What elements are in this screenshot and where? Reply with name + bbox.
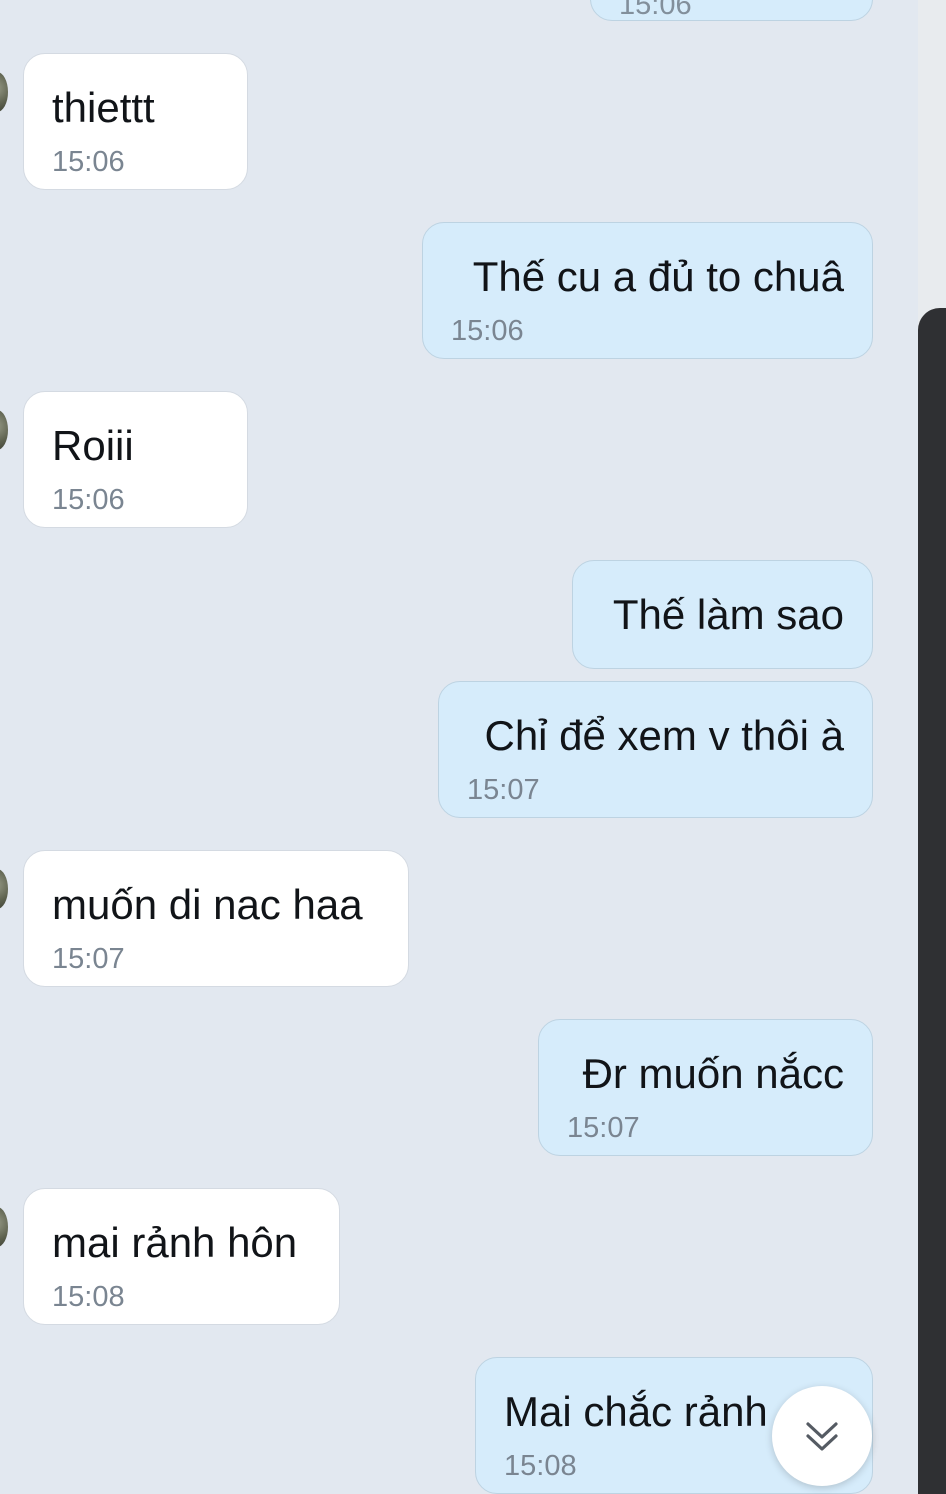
contact-avatar[interactable] bbox=[0, 72, 8, 112]
message-bubble-outgoing[interactable]: 15:06 bbox=[590, 0, 873, 21]
message-text: Mai chắc rảnh bbox=[504, 1388, 768, 1435]
message-bubble-outgoing[interactable]: Thế làm sao bbox=[572, 560, 873, 669]
message-text: Đr muốn nắcc bbox=[582, 1050, 844, 1097]
message-time: 15:06 bbox=[619, 0, 692, 21]
message-time: 15:07 bbox=[567, 1112, 640, 1144]
message-text: Roiii bbox=[52, 422, 134, 469]
message-text: Thế cu a đủ to chuâ bbox=[472, 253, 844, 300]
message-bubble-outgoing[interactable]: Đr muốn nắcc 15:07 bbox=[538, 1019, 873, 1156]
message-bubble-outgoing[interactable]: Thế cu a đủ to chuâ 15:06 bbox=[422, 222, 873, 359]
contact-avatar[interactable] bbox=[0, 410, 8, 450]
contact-avatar[interactable] bbox=[0, 1207, 8, 1247]
message-time: 15:08 bbox=[52, 1281, 125, 1313]
message-text: thiettt bbox=[52, 84, 155, 131]
message-time: 15:07 bbox=[52, 943, 125, 975]
message-time: 15:06 bbox=[451, 315, 524, 347]
message-text: muốn di nac haa bbox=[52, 881, 363, 928]
scroll-to-bottom-button[interactable] bbox=[772, 1386, 872, 1486]
message-text: Chỉ để xem v thôi à bbox=[484, 712, 844, 759]
message-time: 15:07 bbox=[467, 774, 540, 806]
message-bubble-outgoing[interactable]: Chỉ để xem v thôi à 15:07 bbox=[438, 681, 873, 818]
message-bubble-incoming[interactable]: Roiii 15:06 bbox=[23, 391, 248, 528]
message-bubble-incoming[interactable]: thiettt 15:06 bbox=[23, 53, 248, 190]
message-bubble-incoming[interactable]: muốn di nac haa 15:07 bbox=[23, 850, 409, 987]
chat-message-list[interactable]: 15:06 thiettt 15:06 Thế cu a đủ to chuâ … bbox=[0, 0, 918, 1494]
contact-avatar[interactable] bbox=[0, 869, 8, 909]
message-text: mai rảnh hôn bbox=[52, 1219, 298, 1266]
message-text: Thế làm sao bbox=[612, 591, 844, 638]
message-time: 15:06 bbox=[52, 146, 125, 178]
message-bubble-incoming[interactable]: mai rảnh hôn 15:08 bbox=[23, 1188, 340, 1325]
message-time: 15:08 bbox=[504, 1450, 577, 1482]
side-drawer-handle[interactable] bbox=[918, 308, 946, 1494]
double-chevron-down-icon bbox=[802, 1416, 842, 1456]
message-time: 15:06 bbox=[52, 484, 125, 516]
